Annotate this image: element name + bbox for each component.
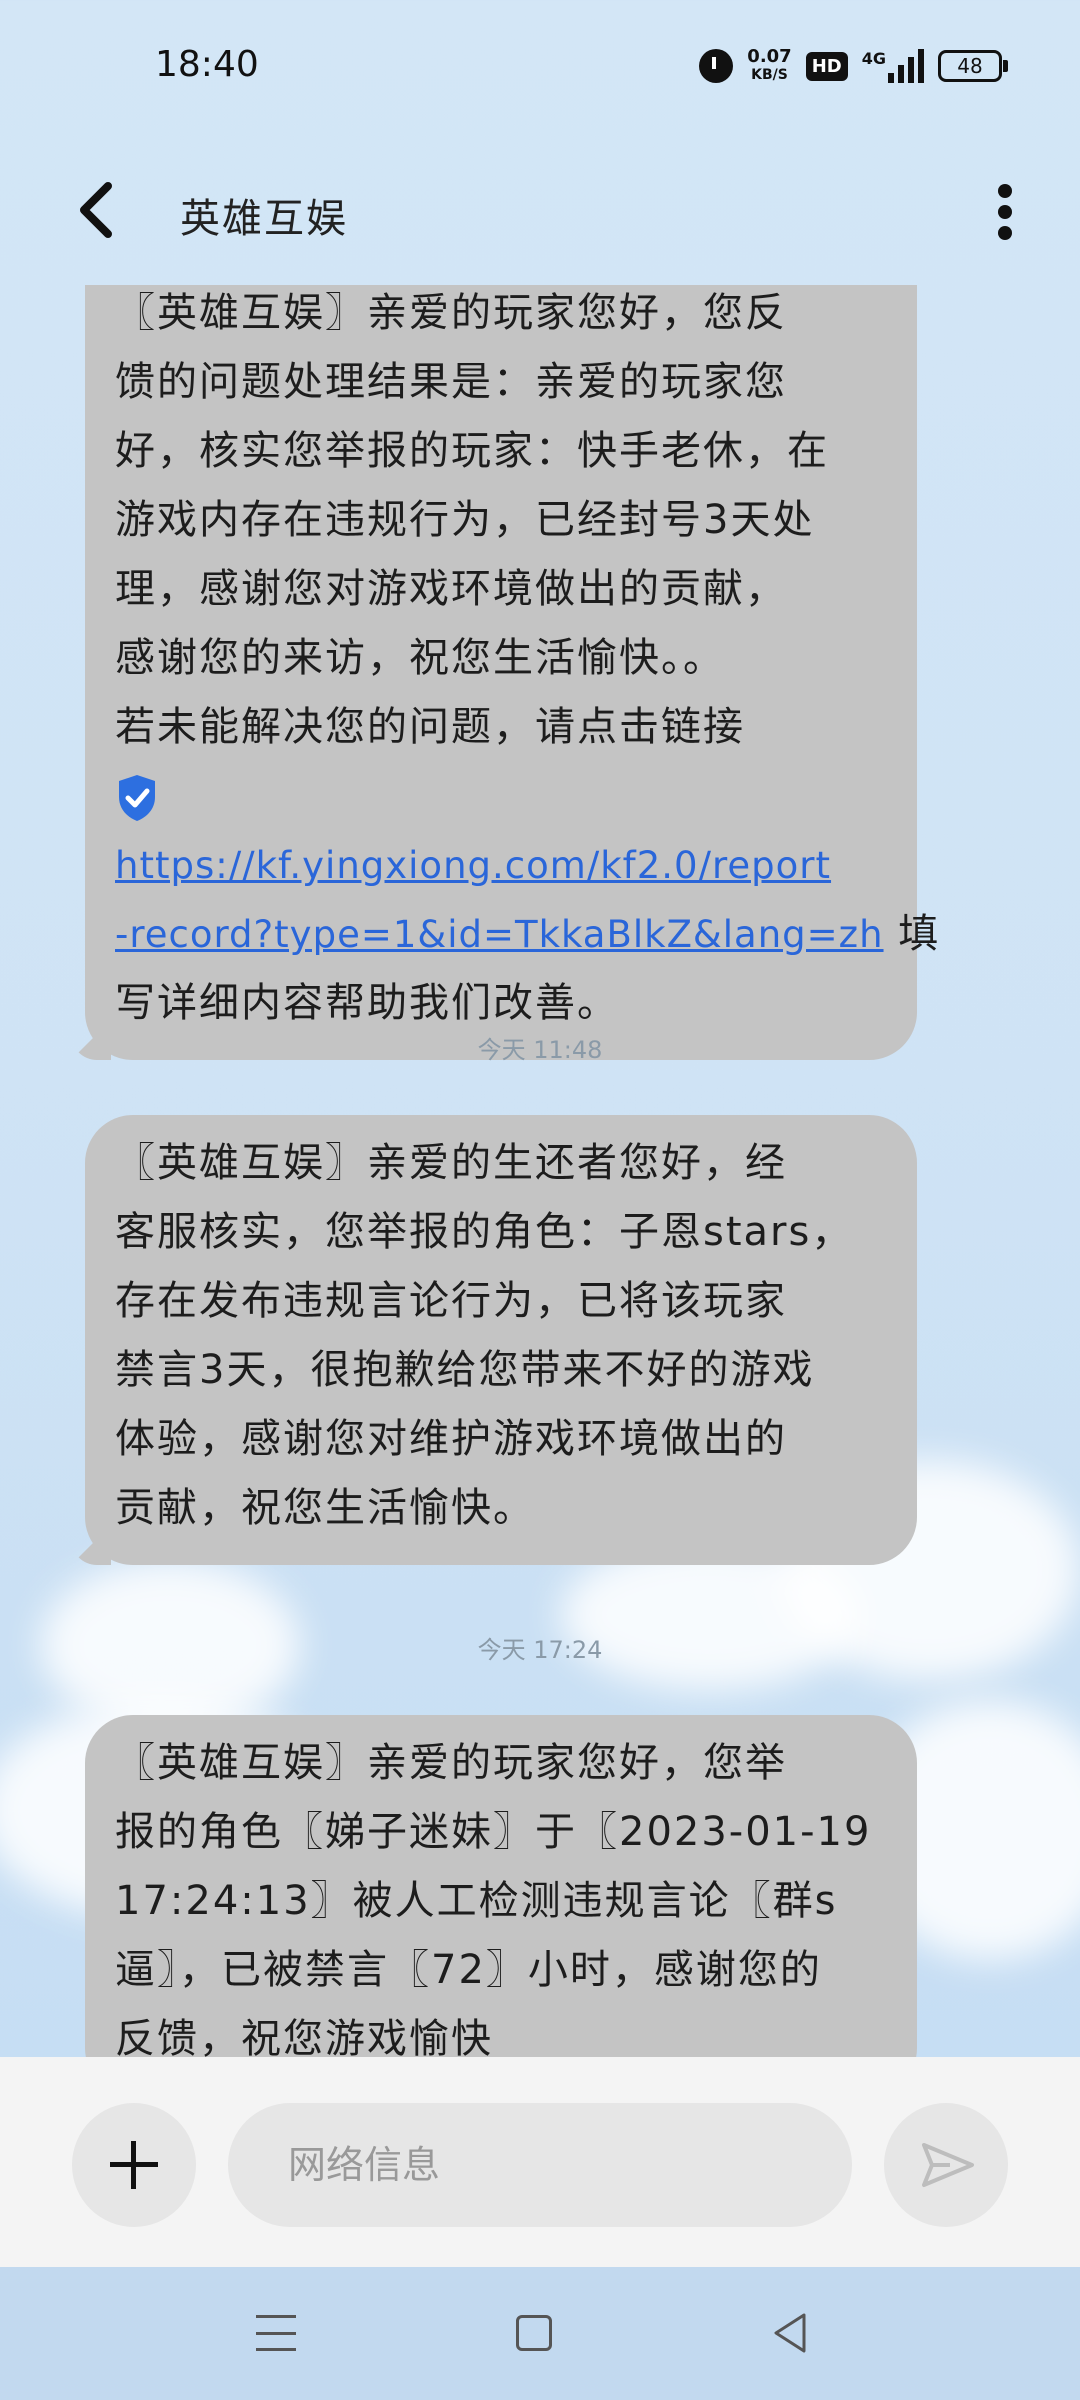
status-icons: 0.07 KB/S HD 4G 48: [699, 48, 1008, 84]
message-bubble[interactable]: 〖英雄互娱〗亲爱的生还者您好，经 客服核实，您举报的角色：子恩stars， 存在…: [71, 1115, 917, 1565]
message-list[interactable]: 〖英雄互娱〗亲爱的玩家您好，您反 馈的问题处理结果是：亲爱的玩家您 好，核实您举…: [0, 285, 1080, 2057]
more-options-icon[interactable]: [998, 184, 1012, 240]
home-icon[interactable]: [516, 2315, 552, 2351]
message-line: 逼〗，已被禁言〖72〗小时，感谢您的: [115, 1947, 822, 1993]
compose-bar: 网络信息: [0, 2057, 1080, 2267]
network-label: 4G: [861, 49, 886, 68]
link-line: -record?type=1&id=TkkaBlkZ&lang=zh 填: [115, 900, 938, 969]
message-line: 〖英雄互娱〗亲爱的生还者您好，经: [115, 1140, 787, 1186]
message-line: 报的角色〖娣子迷妹〗于〖2023-01-19: [115, 1809, 872, 1855]
send-icon: [922, 2143, 974, 2187]
message-line: 游戏内存在违规行为，已经封号3天处: [115, 497, 815, 543]
message-line: 好，核实您举报的玩家：快手老休，在: [115, 428, 829, 474]
message-input[interactable]: 网络信息: [228, 2103, 852, 2227]
message-timestamp: 今天 17:24: [477, 1636, 603, 1664]
message-line: 感谢您的来访，祝您生活愉快。。: [115, 635, 725, 681]
system-nav-bar: [0, 2267, 1080, 2400]
shield-check-icon: [119, 775, 155, 821]
message-timestamp: 今天 11:48: [477, 1036, 603, 1064]
net-speed-unit: KB/S: [751, 67, 788, 83]
send-button[interactable]: [884, 2103, 1008, 2227]
status-bar: 18:40 0.07 KB/S HD 4G 48: [0, 0, 1080, 140]
message-line: 17:24:13〗被人工检测违规言论〖群s: [115, 1878, 838, 1924]
link-suffix: 填: [883, 911, 941, 957]
message-bubble[interactable]: 〖英雄互娱〗亲爱的玩家您好，您反 馈的问题处理结果是：亲爱的玩家您 好，核实您举…: [71, 285, 938, 1060]
status-time: 18:40: [155, 44, 259, 85]
message-line: 反馈，祝您游戏愉快: [115, 2016, 493, 2057]
message-line: 〖英雄互娱〗亲爱的玩家您好，您举: [115, 1740, 787, 1786]
message-line: 若未能解决您的问题，请点击链接: [115, 704, 745, 750]
net-speed-value: 0.07: [747, 46, 792, 67]
message-line: 体验，感谢您对维护游戏环境做出的: [115, 1416, 787, 1462]
report-link-continued[interactable]: -record?type=1&id=TkkaBlkZ&lang=zh: [115, 913, 884, 956]
back-nav-icon[interactable]: [770, 2311, 810, 2355]
message-line: 禁言3天，很抱歉给您带来不好的游戏: [115, 1347, 815, 1393]
net-speed: 0.07 KB/S: [747, 48, 791, 84]
link-line: https://kf.yingxiong.com/kf2.0/report: [115, 762, 883, 900]
alarm-icon: [699, 49, 734, 83]
conversation-title: 英雄互娱: [180, 196, 348, 242]
message-line: 贡献，祝您生活愉快。: [115, 1485, 535, 1531]
back-icon[interactable]: [72, 180, 122, 240]
message-line: 客服核实，您举报的角色：子恩stars，: [115, 1209, 854, 1255]
message-line: 写详细内容帮助我们改善。: [115, 980, 619, 1026]
message-bubble[interactable]: 〖英雄互娱〗亲爱的玩家您好，您举 报的角色〖娣子迷妹〗于〖2023-01-19 …: [85, 1715, 917, 2057]
add-attachment-button[interactable]: [72, 2103, 196, 2227]
menu-icon[interactable]: [256, 2315, 296, 2351]
message-line: 理，感谢您对游戏环境做出的贡献，: [115, 566, 787, 612]
report-link[interactable]: https://kf.yingxiong.com/kf2.0/report: [115, 844, 831, 887]
battery-icon: 48: [938, 50, 1008, 82]
signal-icon: 4G: [862, 49, 924, 83]
message-line: 〖英雄互娱〗亲爱的玩家您好，您反: [115, 290, 787, 336]
conversation-header: 英雄互娱: [0, 150, 1080, 270]
hd-badge: HD: [805, 51, 848, 81]
message-line: 存在发布违规言论行为，已将该玩家: [115, 1278, 787, 1324]
message-line: 馈的问题处理结果是：亲爱的玩家您: [115, 359, 787, 405]
